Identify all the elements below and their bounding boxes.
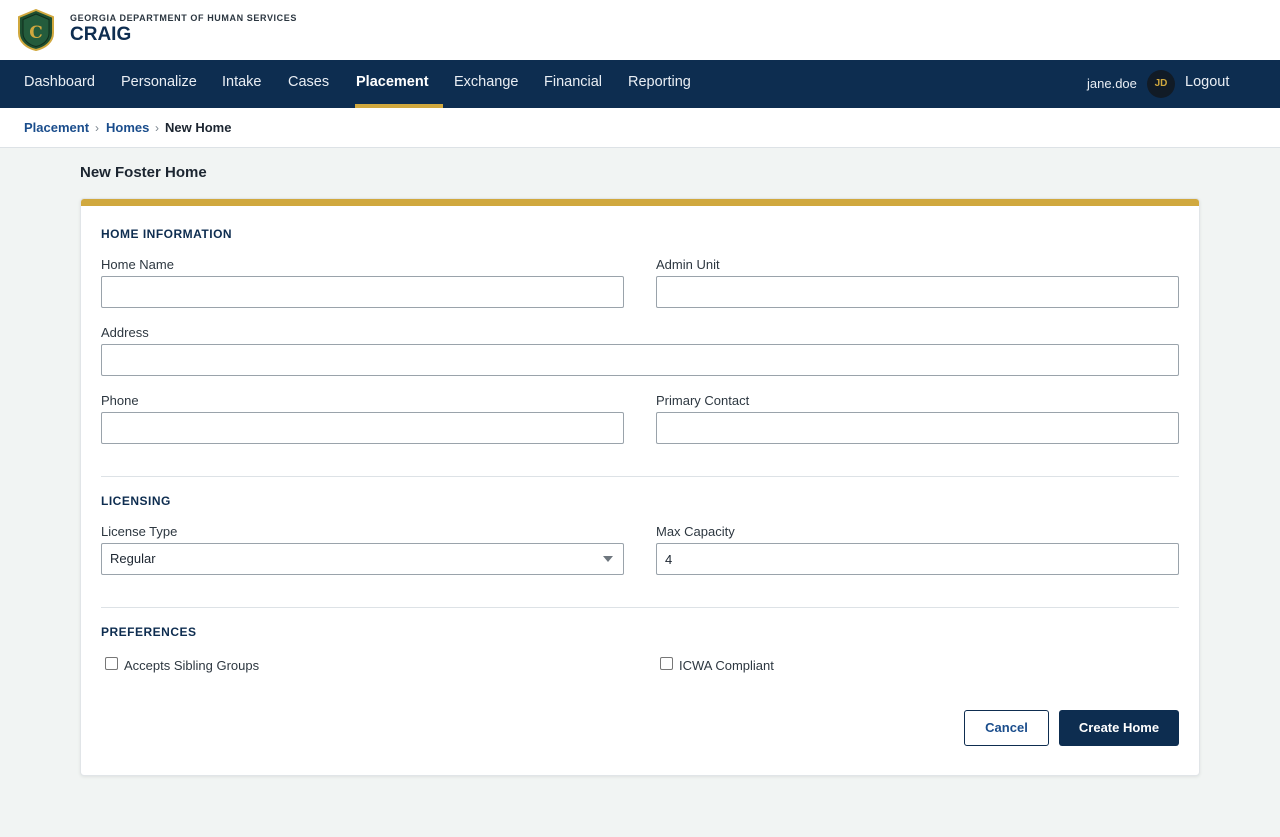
section-divider xyxy=(101,476,1179,477)
cancel-button[interactable]: Cancel xyxy=(964,710,1049,746)
logout-link[interactable]: Logout xyxy=(1185,60,1229,104)
main-nav: Dashboard Personalize Intake Cases Place… xyxy=(0,60,1280,108)
accepts-sibling-groups-checkbox[interactable] xyxy=(105,657,118,670)
license-type-value: Regular xyxy=(110,551,156,566)
icwa-compliant-checkbox[interactable] xyxy=(660,657,673,670)
max-capacity-label: Max Capacity xyxy=(656,524,735,539)
create-home-button[interactable]: Create Home xyxy=(1059,710,1179,746)
admin-unit-input[interactable] xyxy=(656,276,1179,308)
section-title-home-information: HOME INFORMATION xyxy=(101,227,233,241)
license-type-label: License Type xyxy=(101,524,178,539)
nav-item-dashboard[interactable]: Dashboard xyxy=(24,60,95,108)
svg-text:C: C xyxy=(29,23,43,43)
section-title-preferences: PREFERENCES xyxy=(101,625,197,639)
address-input[interactable] xyxy=(101,344,1179,376)
page-title: New Foster Home xyxy=(80,164,207,181)
breadcrumb-separator: › xyxy=(95,121,99,135)
section-divider xyxy=(101,607,1179,608)
max-capacity-input[interactable] xyxy=(656,543,1179,575)
address-label: Address xyxy=(101,325,149,340)
shield-logo-icon: C xyxy=(18,9,54,51)
chevron-down-icon xyxy=(603,556,613,562)
nav-item-personalize[interactable]: Personalize xyxy=(121,60,197,108)
nav-item-exchange[interactable]: Exchange xyxy=(454,60,519,108)
nav-item-financial[interactable]: Financial xyxy=(544,60,602,108)
primary-contact-label: Primary Contact xyxy=(656,393,750,408)
phone-label: Phone xyxy=(101,393,139,408)
nav-item-cases[interactable]: Cases xyxy=(288,60,329,108)
section-title-licensing: LICENSING xyxy=(101,494,171,508)
breadcrumb-current: New Home xyxy=(165,120,232,135)
license-type-select[interactable]: Regular xyxy=(101,543,624,575)
card-accent-bar xyxy=(81,199,1199,206)
avatar[interactable]: JD xyxy=(1147,70,1175,98)
breadcrumb-separator: › xyxy=(155,121,159,135)
primary-contact-input[interactable] xyxy=(656,412,1179,444)
breadcrumb: Placement › Homes › New Home xyxy=(0,108,1280,148)
app-name: CRAIG xyxy=(70,24,132,45)
phone-input[interactable] xyxy=(101,412,624,444)
agency-name: GEORGIA DEPARTMENT OF HUMAN SERVICES xyxy=(70,13,297,23)
nav-item-reporting[interactable]: Reporting xyxy=(628,60,691,108)
form-card: HOME INFORMATION Home Name Admin Unit Ad… xyxy=(80,198,1200,776)
admin-unit-label: Admin Unit xyxy=(656,257,720,272)
icwa-compliant-label[interactable]: ICWA Compliant xyxy=(679,658,774,673)
accepts-sibling-groups-label[interactable]: Accepts Sibling Groups xyxy=(124,658,259,673)
home-name-input[interactable] xyxy=(101,276,624,308)
top-header: C GEORGIA DEPARTMENT OF HUMAN SERVICES C… xyxy=(0,0,1280,60)
nav-item-placement[interactable]: Placement xyxy=(355,60,443,108)
breadcrumb-homes[interactable]: Homes xyxy=(106,108,149,148)
breadcrumb-placement[interactable]: Placement xyxy=(24,108,89,148)
username: jane.doe xyxy=(1087,76,1137,91)
home-name-label: Home Name xyxy=(101,257,174,272)
nav-item-intake[interactable]: Intake xyxy=(222,60,262,108)
